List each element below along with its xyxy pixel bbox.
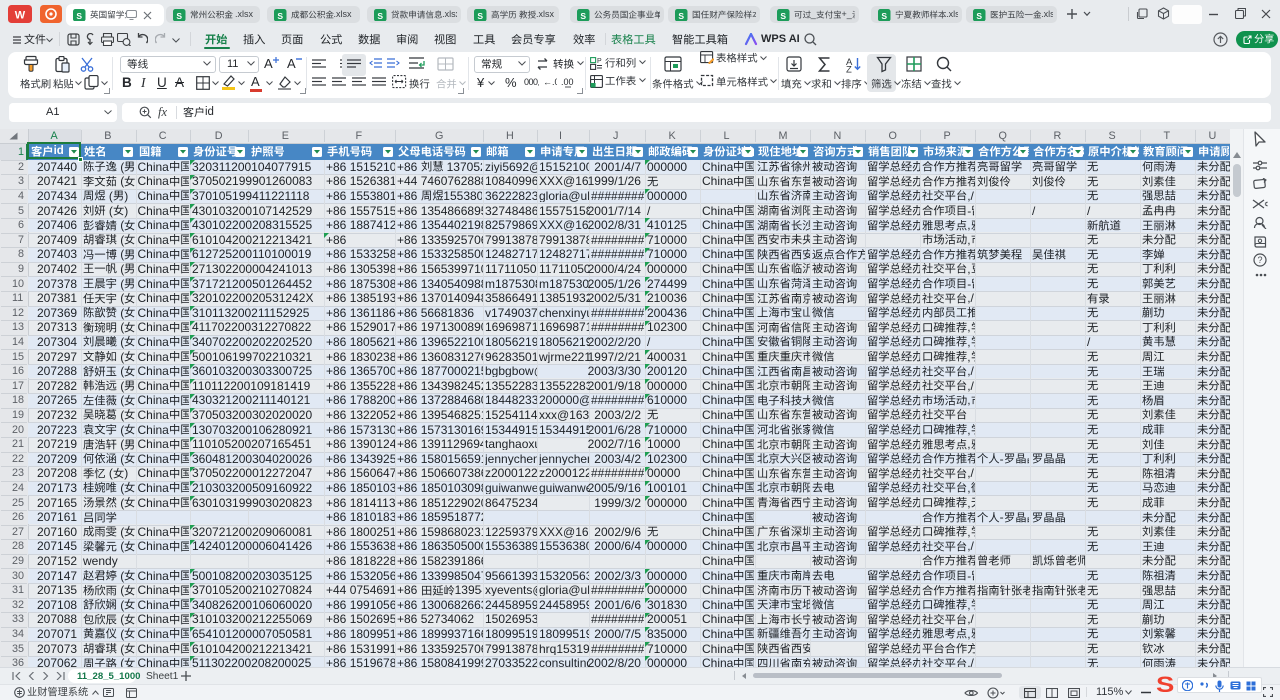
svg-text:S: S	[377, 10, 383, 20]
svg-text:?: ?	[1257, 255, 1262, 265]
svg-text:S: S	[76, 10, 82, 20]
svg-text:Z: Z	[846, 64, 852, 73]
svg-text:←.0: ←.0	[543, 77, 557, 87]
svg-text:S: S	[277, 10, 283, 20]
svg-text:S: S	[678, 10, 684, 20]
svg-text:S: S	[580, 10, 586, 20]
svg-text:S: S	[881, 10, 887, 20]
svg-text:.00: .00	[561, 77, 574, 87]
svg-text:S: S	[477, 10, 483, 20]
svg-text:S: S	[976, 10, 982, 20]
svg-text:W: W	[15, 10, 26, 22]
svg-text:S: S	[176, 10, 182, 20]
svg-text:S: S	[780, 10, 786, 20]
svg-text:P: P	[597, 58, 602, 65]
